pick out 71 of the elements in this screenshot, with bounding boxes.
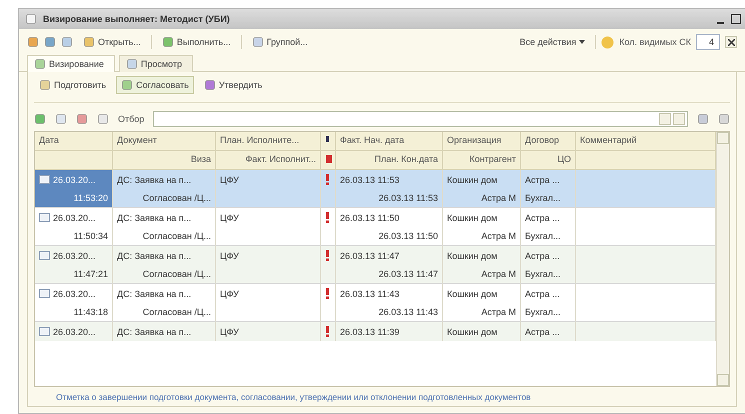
window-title: Визирование выполняет: Методист (УБИ) bbox=[43, 14, 231, 24]
table-cell: Согласован /Ц... bbox=[113, 265, 216, 284]
table-cell: 26.03.13 11:47 bbox=[336, 246, 443, 265]
tab[interactable]: Просмотр bbox=[118, 55, 193, 72]
table-cell: Астра М bbox=[443, 227, 521, 246]
toolbar-button[interactable]: Выполнить... bbox=[156, 33, 236, 51]
column-header[interactable]: Виза bbox=[113, 151, 216, 170]
table-cell: ЦФУ bbox=[216, 322, 321, 341]
table-cell: ЦФУ bbox=[216, 170, 321, 189]
table-cell: ЦФУ bbox=[216, 246, 321, 265]
filter-field[interactable] bbox=[153, 111, 688, 127]
table-cell: ДС: Заявка на п... bbox=[113, 246, 216, 265]
toolbar-button[interactable]: Открыть... bbox=[78, 33, 146, 51]
hint-text: Отметка о завершении подготовки документа, согласовании, утверждении или отклонении подготовленных документов bbox=[55, 391, 532, 402]
column-header[interactable]: ЦО bbox=[521, 151, 576, 170]
table-cell: Астра ... bbox=[521, 322, 576, 341]
column-header[interactable]: Факт. Исполнит... bbox=[216, 151, 321, 170]
maximize-icon[interactable] bbox=[731, 14, 741, 24]
table-cell: Астра М bbox=[443, 303, 521, 322]
column-header[interactable] bbox=[321, 132, 336, 151]
table-cell: Бухгал... bbox=[521, 189, 576, 208]
time-cell: 11:43:18 bbox=[35, 303, 113, 322]
column-header[interactable]: Документ bbox=[113, 132, 216, 151]
table-cell: Астра ... bbox=[521, 246, 576, 265]
column-header[interactable]: Дата bbox=[35, 132, 113, 151]
table-cell: 26.03.13 11:47 bbox=[336, 265, 443, 284]
table-cell: Бухгал... bbox=[521, 227, 576, 246]
visible-count-field[interactable]: 4 bbox=[696, 34, 720, 50]
column-header[interactable]: Факт. Нач. дата bbox=[336, 132, 443, 151]
table-cell: Согласован /Ц... bbox=[113, 189, 216, 208]
table-cell: Бухгал... bbox=[521, 303, 576, 322]
table-cell: 26.03.13 11:53 bbox=[336, 170, 443, 189]
scrollbar[interactable] bbox=[716, 132, 729, 386]
table-cell: 26.03.13 11:43 bbox=[336, 303, 443, 322]
window-icon bbox=[25, 13, 37, 25]
table-cell: ДС: Заявка на п... bbox=[113, 322, 216, 341]
tab[interactable]: Визирование bbox=[27, 55, 115, 72]
table-cell: Кошкин дом bbox=[443, 170, 521, 189]
table-cell: Астра ... bbox=[521, 170, 576, 189]
visible-count-label: Кол. видимых СК bbox=[619, 37, 691, 47]
table-cell: Согласован /Ц... bbox=[113, 227, 216, 246]
table-cell: Кошкин дом bbox=[443, 246, 521, 265]
table-cell: Бухгал... bbox=[521, 265, 576, 284]
action-button[interactable]: Согласовать bbox=[116, 76, 194, 94]
date-cell: 26.03.20... bbox=[35, 246, 113, 265]
column-header[interactable]: Договор bbox=[521, 132, 576, 151]
table-cell: Астра М bbox=[443, 189, 521, 208]
table-cell: Кошкин дом bbox=[443, 322, 521, 341]
all-actions-button[interactable]: Все действия bbox=[514, 34, 590, 50]
table-cell: 26.03.13 11:50 bbox=[336, 227, 443, 246]
column-header[interactable]: План. Исполните... bbox=[216, 132, 321, 151]
time-cell: 11:53:20 bbox=[35, 189, 113, 208]
time-cell: 11:47:21 bbox=[35, 265, 113, 284]
table-cell: 26.03.13 11:39 bbox=[336, 322, 443, 341]
action-button[interactable]: Утвердить bbox=[198, 76, 268, 94]
column-header[interactable]: Организация bbox=[443, 132, 521, 151]
column-header[interactable]: Контрагент bbox=[443, 151, 521, 170]
table-cell: ДС: Заявка на п... bbox=[113, 170, 216, 189]
clear-button[interactable] bbox=[725, 36, 737, 48]
table-cell: 26.03.13 11:53 bbox=[336, 189, 443, 208]
filter-label: Отбор bbox=[118, 114, 144, 124]
caret-icon bbox=[579, 40, 586, 44]
date-cell: 26.03.20... bbox=[35, 170, 113, 189]
column-header[interactable]: Комментарий bbox=[576, 132, 716, 151]
table-cell: Астра М bbox=[443, 265, 521, 284]
action-button[interactable]: Подготовить bbox=[34, 76, 112, 94]
toolbar-button[interactable]: Группой... bbox=[246, 33, 313, 51]
table-cell: Согласован /Ц... bbox=[113, 303, 216, 322]
column-header[interactable]: План. Кон.дата bbox=[336, 151, 443, 170]
date-cell: 26.03.20... bbox=[35, 322, 113, 341]
time-cell: 11:50:34 bbox=[35, 227, 113, 246]
